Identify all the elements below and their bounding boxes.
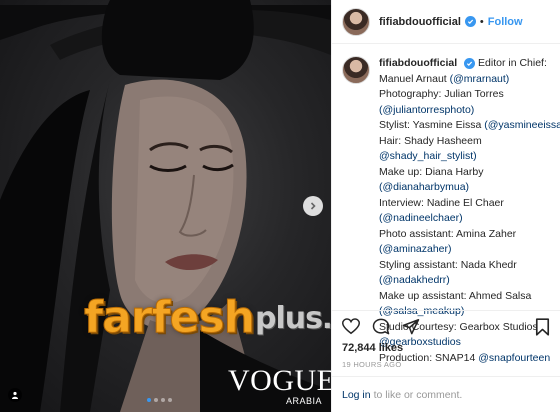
- mention-link[interactable]: (@juliantorresphoto): [379, 104, 474, 116]
- user-tag-icon: [11, 386, 19, 404]
- post-timestamp[interactable]: 19 HOURS AGO: [342, 360, 401, 369]
- caption-line-text: Editor in Chief:: [478, 57, 547, 69]
- header-separator: •: [479, 15, 484, 28]
- caption-line: (@nadakhedrr): [379, 273, 560, 289]
- caption-line: Photography: Julian Torres: [379, 87, 560, 103]
- chevron-right-icon: [308, 201, 318, 211]
- carousel-dot: [147, 398, 151, 402]
- post-photo[interactable]: farfesh plus .com VOGUE ARABIA: [0, 0, 331, 412]
- heart-icon[interactable]: [341, 318, 361, 340]
- mention-link[interactable]: (@dianaharbymua): [379, 181, 469, 193]
- caption-line: Hair: Shady Hasheem: [379, 134, 560, 150]
- mention-link[interactable]: (@mrarnaut): [450, 73, 510, 85]
- caption-line: Manuel Arnaut (@mrarnaut): [379, 72, 560, 88]
- caption-line: (@dianaharbymua): [379, 180, 560, 196]
- mention-link[interactable]: (@nadineelchaer): [379, 212, 463, 224]
- vogue-arabia-label: ARABIA: [286, 396, 323, 406]
- login-prompt-text: to like or comment.: [373, 388, 463, 401]
- header-username[interactable]: fifiabdouofficial: [379, 16, 461, 28]
- caption-line: Make up: Diana Harby: [379, 165, 560, 181]
- watermark-main-text: farfesh: [83, 292, 255, 343]
- user-tag-button[interactable]: [8, 388, 22, 402]
- caption-line: (@nadineelchaer): [379, 211, 560, 227]
- verified-badge-icon: [464, 58, 476, 69]
- carousel-dot: [161, 398, 165, 402]
- carousel-dot: [168, 398, 172, 402]
- post-sidebar: fifiabdouofficial • Follow fifiabdouoffi…: [331, 0, 560, 412]
- watermark-com-text: .com: [322, 302, 331, 335]
- follow-button[interactable]: Follow: [488, 16, 523, 28]
- caption-line: Production: SNAP14 @snapfourteen: [379, 351, 560, 367]
- post-header: fifiabdouofficial • Follow: [332, 0, 560, 44]
- caption-line: @shady_hair_stylist): [379, 149, 560, 165]
- caption-line-text: Manuel Arnaut: [379, 72, 450, 85]
- caption-line-text: Styling assistant: Nada Khedr: [379, 258, 517, 271]
- mention-link[interactable]: (@yasmineeissa): [484, 119, 560, 131]
- verified-badge-icon: [464, 16, 476, 27]
- actions-divider: [332, 310, 560, 311]
- watermark-plus-text: plus: [255, 301, 323, 336]
- caption-line-text: Interview: Nadine El Chaer: [379, 196, 504, 209]
- mention-link[interactable]: (@aminazaher): [379, 243, 452, 255]
- bookmark-icon[interactable]: [535, 318, 550, 341]
- action-icons: [341, 318, 420, 340]
- caption-line: Styling assistant: Nada Khedr: [379, 258, 560, 274]
- caption-line: (@juliantorresphoto): [379, 103, 560, 119]
- farfesh-watermark: farfesh plus .com: [83, 292, 331, 343]
- caption-first-line: fifiabdouofficial Editor in Chief:: [379, 56, 560, 72]
- caption-line-text: Stylist: Yasmine Eissa: [379, 119, 485, 131]
- avatar[interactable]: [342, 7, 370, 36]
- share-icon[interactable]: [402, 318, 420, 340]
- mention-link[interactable]: @shady_hair_stylist): [379, 150, 477, 162]
- caption-line-text: Make up: Diana Harby: [379, 165, 484, 178]
- caption-line-text: Make up assistant: Ahmed Salsa: [379, 289, 532, 302]
- caption-line: (@aminazaher): [379, 242, 560, 258]
- caption-line-text: Hair: Shady Hasheem: [379, 134, 482, 147]
- caption-line: Stylist: Yasmine Eissa (@yasmineeissa): [379, 118, 560, 134]
- caption-avatar[interactable]: [342, 56, 370, 84]
- caption-line-text: Photography: Julian Torres: [379, 88, 504, 100]
- carousel-dot: [154, 398, 158, 402]
- caption-line: Make up assistant: Ahmed Salsa: [379, 289, 560, 305]
- next-slide-button[interactable]: [303, 196, 323, 216]
- vogue-logo: VOGUE: [228, 364, 331, 397]
- carousel-indicator: [147, 398, 172, 402]
- caption-author[interactable]: fifiabdouofficial: [379, 57, 457, 69]
- comment-bar: Log in to like or comment.: [332, 376, 560, 412]
- login-link[interactable]: Log in: [342, 389, 371, 401]
- portrait-image: [0, 0, 331, 412]
- caption-line: Photo assistant: Amina Zaher: [379, 227, 560, 243]
- comment-icon[interactable]: [372, 318, 390, 340]
- mention-link[interactable]: @snapfourteen: [478, 352, 550, 364]
- caption-line-text: Photo assistant: Amina Zaher: [379, 227, 517, 240]
- likes-count[interactable]: 72,844 likes: [342, 342, 403, 354]
- mention-link[interactable]: (@salsa_meakup): [379, 305, 464, 317]
- caption-line: Interview: Nadine El Chaer: [379, 196, 560, 212]
- mention-link[interactable]: (@nadakhedrr): [379, 274, 450, 286]
